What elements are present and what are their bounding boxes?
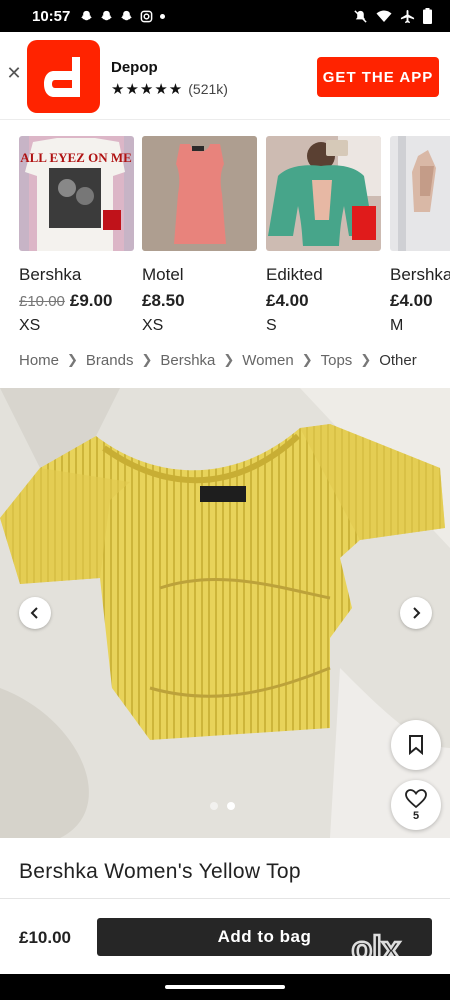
green-cardigan-image (266, 136, 381, 251)
tshirt-image: ALL EYEZ ON ME (19, 136, 134, 251)
close-banner-icon[interactable]: ✕ (6, 64, 22, 82)
rating-count: (521k) (188, 81, 228, 97)
breadcrumb-women[interactable]: Women (242, 352, 293, 369)
product-price: £9.00 (69, 291, 113, 310)
original-price: £10.00 (19, 293, 65, 310)
chevron-right-icon: ❯ (67, 352, 78, 367)
product-brand: Bershka (19, 265, 82, 284)
system-navigation-bar (0, 974, 450, 1000)
depop-logo (27, 40, 100, 113)
notification-icons (80, 10, 166, 23)
wifi-icon (376, 10, 392, 22)
product-brand: Bershka (390, 265, 450, 284)
product-card[interactable]: Bershka £4.00 M (390, 136, 450, 335)
app-install-banner: ✕ Depop ★★★★★ (521k) GET THE APP (0, 32, 450, 120)
product-thumbnail[interactable] (390, 136, 450, 251)
product-image-gallery[interactable]: 5 (0, 388, 450, 838)
app-rating: ★★★★★ (521k) (111, 80, 228, 98)
breadcrumb-brands[interactable]: Brands (86, 352, 134, 369)
product-size: S (266, 317, 277, 334)
chevron-right-icon: ❯ (223, 352, 235, 367)
chevron-right-icon: ❯ (360, 352, 372, 367)
satin-top-image (390, 136, 450, 251)
system-icons (353, 8, 432, 24)
instagram-icon (141, 10, 153, 22)
product-title: Bershka Women's Yellow Top (19, 860, 301, 883)
like-button[interactable]: 5 (391, 780, 441, 830)
product-size: XS (19, 317, 41, 334)
similar-items-carousel[interactable]: ALL EYEZ ON ME Bershka £10.00 £9.00 XS Mo… (0, 121, 450, 336)
next-image-button[interactable] (400, 597, 432, 629)
depop-logo-glyph (43, 56, 80, 97)
like-count: 5 (412, 809, 420, 822)
product-thumbnail[interactable] (142, 136, 257, 251)
product-brand: Edikted (266, 265, 323, 284)
add-to-bag-button[interactable]: Add to bag (97, 918, 432, 956)
chevron-left-icon (30, 607, 38, 619)
product-size: M (390, 317, 404, 334)
product-price: £4.00 (266, 291, 309, 310)
breadcrumb-tops[interactable]: Tops (321, 352, 353, 369)
product-price: £4.00 (390, 291, 433, 310)
airplane-icon (400, 9, 415, 23)
product-size: XS (142, 317, 164, 334)
save-button[interactable] (391, 720, 441, 770)
breadcrumb-bershka[interactable]: Bershka (160, 352, 215, 369)
price-row: £4.00 (266, 291, 381, 311)
image-pagination (210, 802, 235, 810)
price-row: £4.00 (390, 291, 450, 311)
price-row: £8.50 (142, 291, 257, 311)
product-brand: Motel (142, 265, 184, 284)
chevron-right-icon (413, 607, 421, 619)
previous-image-button[interactable] (19, 597, 51, 629)
snapchat-icon (81, 10, 93, 20)
pagination-dot[interactable] (210, 802, 218, 810)
product-thumbnail[interactable]: ALL EYEZ ON ME (19, 136, 134, 251)
status-time: 10:57 (32, 7, 71, 25)
yellow-top-photo (0, 388, 450, 838)
product-price-total: £10.00 (19, 928, 71, 947)
product-price: £8.50 (142, 291, 185, 310)
chevron-right-icon: ❯ (301, 352, 313, 367)
product-card[interactable]: Edikted £4.00 S (266, 136, 381, 335)
chevron-right-icon: ❯ (141, 352, 153, 367)
tshirt-print-text: ALL EYEZ ON ME (20, 150, 132, 165)
star-rating-icon: ★★★★★ (111, 81, 184, 98)
purchase-bar: £10.00 Add to bag (0, 898, 450, 974)
battery-icon (423, 8, 432, 24)
product-card[interactable]: Motel £8.50 XS (142, 136, 257, 335)
mute-icon (354, 9, 367, 23)
heart-icon (405, 788, 427, 808)
price-row: £10.00 £9.00 (19, 291, 134, 311)
bookmark-icon (409, 735, 423, 755)
status-bar: 10:57 (0, 0, 450, 32)
product-thumbnail[interactable] (266, 136, 381, 251)
home-gesture-pill[interactable] (165, 985, 285, 989)
breadcrumb-home[interactable]: Home (19, 352, 59, 369)
pagination-dot-active[interactable] (227, 802, 235, 810)
breadcrumb-other[interactable]: Other (379, 352, 417, 369)
app-name: Depop (111, 59, 158, 76)
snapchat-icon (101, 10, 113, 20)
more-notifications-dot (160, 13, 166, 19)
snapchat-icon (121, 10, 133, 20)
pink-top-image (142, 136, 257, 251)
product-card[interactable]: ALL EYEZ ON ME Bershka £10.00 £9.00 XS (19, 136, 134, 335)
get-the-app-button[interactable]: GET THE APP (317, 57, 439, 97)
breadcrumb: Home ❯ Brands ❯ Bershka ❯ Women ❯ Tops ❯… (19, 350, 417, 370)
